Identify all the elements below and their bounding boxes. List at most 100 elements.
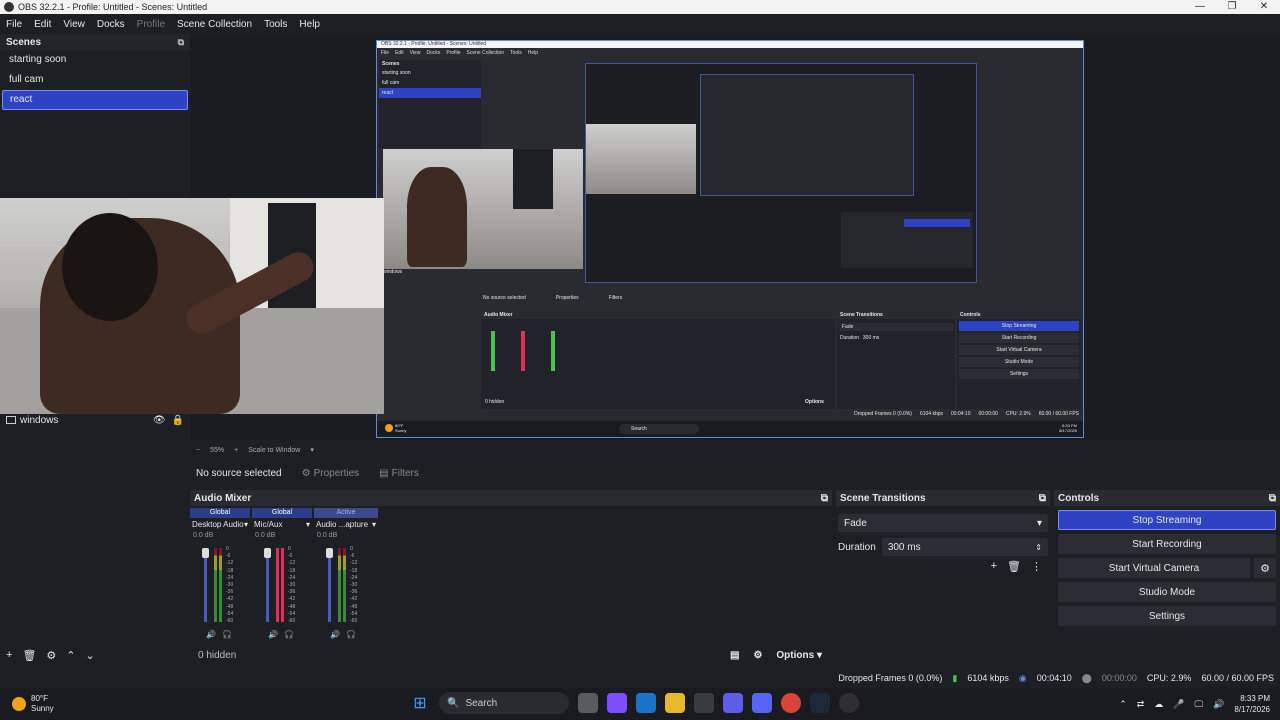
menu-edit[interactable]: Edit xyxy=(28,19,57,30)
dock-float-icon[interactable]: ⧉ xyxy=(1269,493,1276,504)
headphones-icon[interactable]: 🎧 xyxy=(222,630,232,639)
nested-btn-start-virtual-camera: Start Virtual Camera xyxy=(959,345,1079,355)
speaker-icon[interactable]: 🔊 xyxy=(206,630,216,639)
chevron-down-icon[interactable]: ▾ xyxy=(310,446,314,454)
chrome-icon[interactable] xyxy=(781,693,801,713)
lock-icon[interactable]: 🔒 xyxy=(172,415,184,426)
volume-icon[interactable]: 🔊 xyxy=(1213,699,1224,710)
level-bar-left xyxy=(214,548,217,622)
filters-button[interactable]: ▤ Filters xyxy=(379,468,419,479)
duration-input[interactable]: 300 ms ⇕ xyxy=(881,538,1048,556)
advanced-audio-icon[interactable]: ⚙ xyxy=(753,650,762,661)
obs-taskbar-icon[interactable] xyxy=(839,693,859,713)
copilot-icon[interactable] xyxy=(607,693,627,713)
steam-icon[interactable] xyxy=(810,693,830,713)
context-bar: No source selected ⚙ Properties ▤ Filter… xyxy=(190,462,1280,484)
channel-name[interactable]: Audio ...apture ▾ xyxy=(314,520,378,529)
preview-canvas[interactable]: OBS 32.2.1 - Profile: Untitled - Scenes:… xyxy=(376,40,1084,438)
transition-select[interactable]: Fade ▾ xyxy=(838,514,1048,532)
fader-knob[interactable] xyxy=(264,548,271,558)
signal-icon: ▮ xyxy=(952,672,958,683)
task-view-icon[interactable] xyxy=(578,693,598,713)
file-explorer-icon[interactable] xyxy=(665,693,685,713)
scene-item-react[interactable]: react xyxy=(2,90,188,110)
mixer-channel-audio-capture: Active Audio ...apture ▾ 0.0 dB 0 -6 -12 -1… xyxy=(314,508,378,639)
start-virtual-camera-button[interactable]: Start Virtual Camera xyxy=(1058,558,1250,578)
network-icon[interactable]: ⇄ xyxy=(1137,699,1145,710)
scene-item-full-cam[interactable]: full cam xyxy=(2,70,188,90)
studio-mode-button[interactable]: Studio Mode xyxy=(1058,582,1276,602)
move-down-icon[interactable]: ⌄ xyxy=(86,649,95,662)
channel-name[interactable]: Mic/Aux ▾ xyxy=(252,520,312,529)
volume-fader[interactable] xyxy=(202,548,209,622)
store-icon[interactable] xyxy=(694,693,714,713)
nested-dropped: Dropped Frames 0 (0.0%) xyxy=(854,411,912,417)
source-item-windows[interactable]: windows 👁 🔒 xyxy=(0,412,190,428)
dropped-frames: Dropped Frames 0 (0.0%) xyxy=(838,673,943,683)
display-icon[interactable]: 🖵 xyxy=(1195,699,1204,710)
layout-icon[interactable]: ▤ xyxy=(730,650,739,661)
minimize-button[interactable]: — xyxy=(1184,0,1216,14)
clock[interactable]: 8:33 PM 8/17/2026 xyxy=(1234,693,1270,715)
move-up-icon[interactable]: ⌃ xyxy=(66,649,75,662)
obs-logo-icon xyxy=(4,2,14,12)
headphones-icon[interactable]: 🎧 xyxy=(284,630,294,639)
menu-scene-collection[interactable]: Scene Collection xyxy=(171,19,258,30)
menu-help[interactable]: Help xyxy=(293,19,326,30)
virtual-camera-gear-icon[interactable]: ⚙ xyxy=(1254,558,1276,578)
remove-scene-icon[interactable]: 🗑 xyxy=(22,649,36,662)
microphone-icon[interactable]: 🎤 xyxy=(1173,699,1184,710)
dock-float-icon[interactable]: ⧉ xyxy=(178,37,184,48)
teams-icon[interactable] xyxy=(723,693,743,713)
chevron-down-icon[interactable]: ▾ xyxy=(244,520,248,529)
dock-float-icon[interactable]: ⧉ xyxy=(821,493,828,504)
stepper-icon[interactable]: ⇕ xyxy=(1035,543,1042,552)
remove-transition-icon[interactable]: 🗑 xyxy=(1007,560,1021,573)
sun-icon xyxy=(12,697,26,711)
menu-profile[interactable]: Profile xyxy=(131,19,171,30)
scene-settings-icon[interactable]: ⚙ xyxy=(46,649,56,662)
scale-mode[interactable]: Scale to Window xyxy=(248,447,300,454)
close-button[interactable]: ✕ xyxy=(1248,0,1280,14)
nested-btn-settings: Settings xyxy=(959,369,1079,379)
weather-widget[interactable]: 80°F Sunny xyxy=(0,694,54,714)
menu-tools[interactable]: Tools xyxy=(258,19,293,30)
channel-name-label: Audio ...apture xyxy=(316,520,369,529)
add-scene-icon[interactable]: + xyxy=(6,649,12,661)
fader-knob[interactable] xyxy=(326,548,333,558)
menu-file[interactable]: File xyxy=(0,19,28,30)
volume-fader[interactable] xyxy=(326,548,333,622)
chevron-down-icon[interactable]: ▾ xyxy=(372,520,376,529)
maximize-button[interactable]: ❐ xyxy=(1216,0,1248,14)
add-transition-icon[interactable]: + xyxy=(991,560,997,573)
properties-button[interactable]: ⚙ Properties xyxy=(302,468,360,479)
discord-icon[interactable] xyxy=(752,693,772,713)
stop-streaming-button[interactable]: Stop Streaming xyxy=(1058,510,1276,530)
fader-knob[interactable] xyxy=(202,548,209,558)
meter-scale: 0 -6 -12 -18 -24 -30 -36 -42 -48 -54 -60 xyxy=(288,546,296,625)
edge-icon[interactable] xyxy=(636,693,656,713)
speaker-icon[interactable]: 🔊 xyxy=(268,630,278,639)
options-button[interactable]: Options ▾ xyxy=(776,650,822,661)
menu-view[interactable]: View xyxy=(57,19,91,30)
cloud-icon[interactable]: ☁ xyxy=(1154,699,1163,710)
nested-fps: 60.00 / 60.00 FPS xyxy=(1038,411,1079,417)
zoom-in-icon[interactable]: + xyxy=(234,447,238,454)
windows-start-icon[interactable]: ⊞ xyxy=(410,693,430,713)
start-recording-button[interactable]: Start Recording xyxy=(1058,534,1276,554)
visibility-eye-icon[interactable]: 👁 xyxy=(153,415,166,426)
zoom-out-icon[interactable]: − xyxy=(196,447,200,454)
scene-item-starting-soon[interactable]: starting soon xyxy=(2,50,188,70)
dock-float-icon[interactable]: ⧉ xyxy=(1039,493,1046,504)
speaker-icon[interactable]: 🔊 xyxy=(330,630,340,639)
menu-docks[interactable]: Docks xyxy=(91,19,131,30)
chevron-down-icon[interactable]: ▾ xyxy=(306,520,310,529)
chevron-up-icon[interactable]: ⌃ xyxy=(1119,699,1127,710)
channel-name[interactable]: Desktop Audio ▾ xyxy=(190,520,250,529)
taskbar-search[interactable]: 🔍 Search xyxy=(439,692,569,714)
more-options-icon[interactable]: ⋮ xyxy=(1031,560,1042,573)
webcam-source[interactable] xyxy=(0,198,384,414)
volume-fader[interactable] xyxy=(264,548,271,622)
settings-button[interactable]: Settings xyxy=(1058,606,1276,626)
headphones-icon[interactable]: 🎧 xyxy=(346,630,356,639)
